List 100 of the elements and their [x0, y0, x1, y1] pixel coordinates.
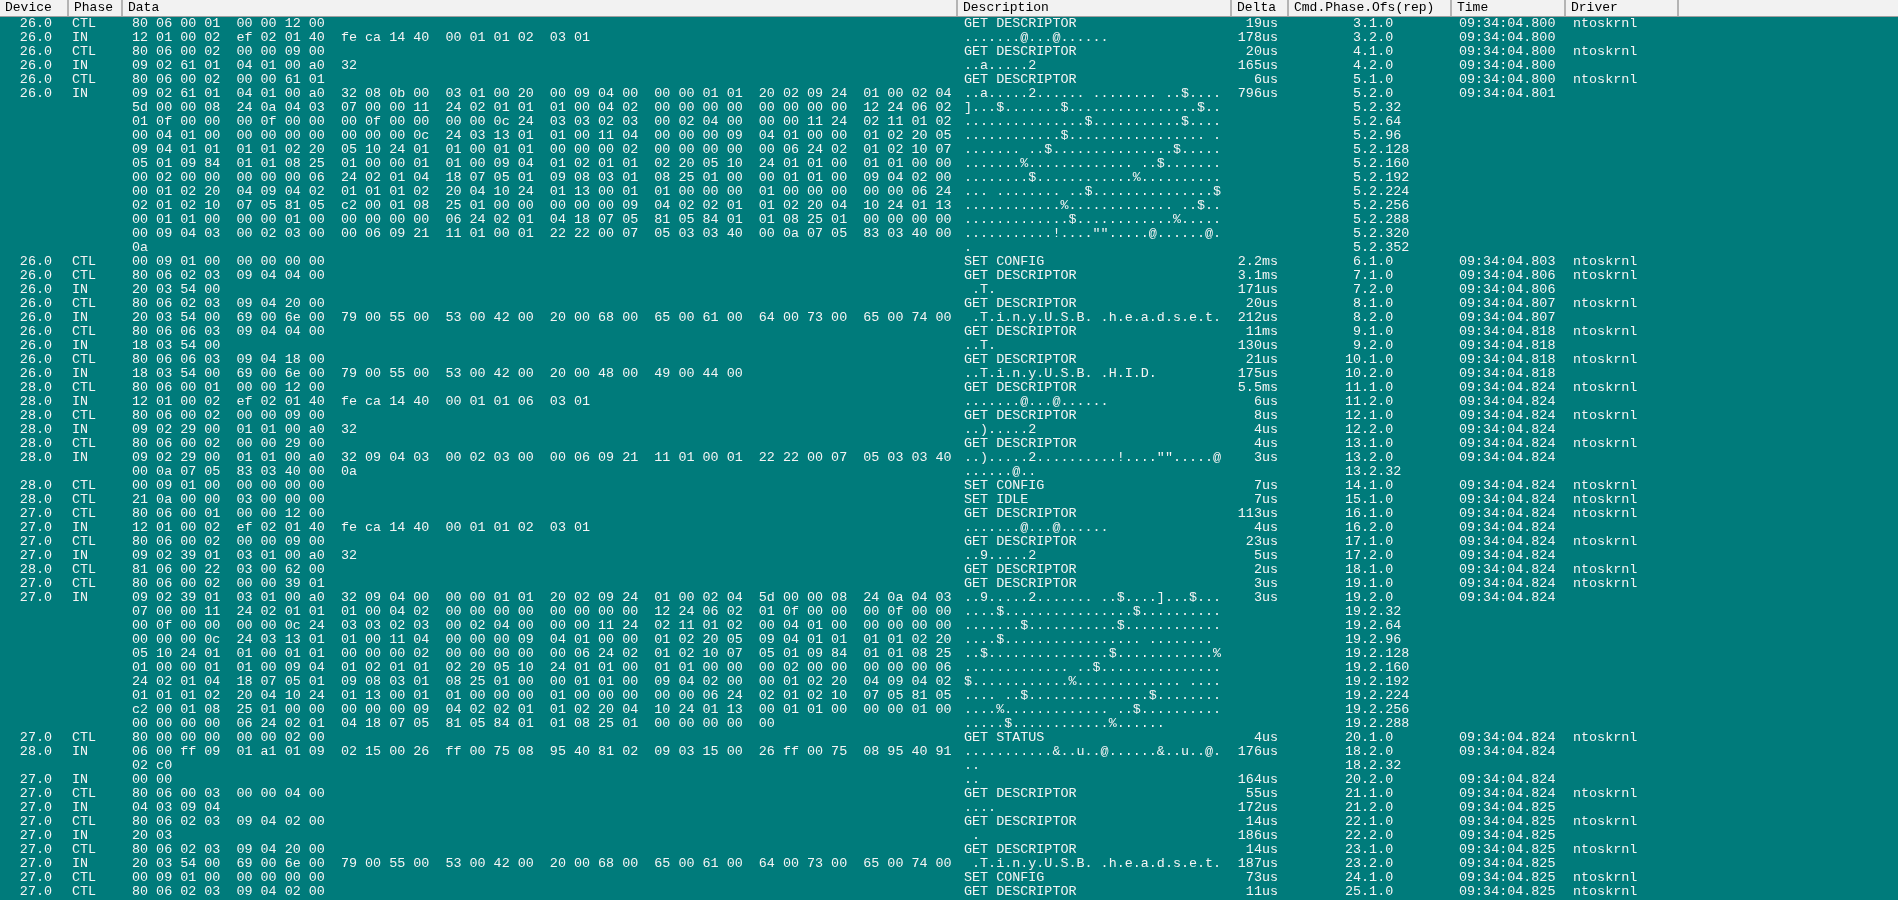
hex-data: 18 03 54 00: [132, 339, 221, 353]
description-text: .T.i.n.y.U.S.B. .h.e.a.d.s.e.t.: [971, 857, 1222, 871]
delta-time: 20us: [1245, 297, 1278, 311]
hex-data: 80 06 00 02 00 00 09 00: [132, 535, 325, 549]
description-text: ....%............. ..$..........: [964, 703, 1222, 717]
description-text: GET DESCRIPTOR: [964, 409, 1077, 423]
timestamp: 09:34:04.800: [1459, 17, 1556, 31]
command-phase-offset: 17.2.0: [1345, 549, 1394, 563]
device-number: 27.0: [19, 535, 52, 549]
timestamp: 09:34:04.824: [1459, 451, 1556, 465]
command-phase-offset: 5.2.224: [1353, 185, 1410, 199]
device-number: 26.0: [19, 367, 52, 381]
description-text: GET DESCRIPTOR: [964, 73, 1077, 87]
command-phase-offset: 3.1.0: [1353, 17, 1394, 31]
device-number: 26.0: [19, 31, 52, 45]
hex-data: 20 03 54 00: [132, 283, 221, 297]
driver-name: ntoskrnl: [1573, 325, 1638, 339]
phase-label: IN: [72, 801, 89, 815]
command-phase-offset: 5.2.32: [1353, 101, 1402, 115]
command-phase-offset: 24.1.0: [1345, 871, 1394, 885]
description-text: SET CONFIG: [964, 871, 1045, 885]
command-phase-offset: 7.1.0: [1353, 269, 1394, 283]
device-number: 27.0: [19, 549, 52, 563]
description-text: SET CONFIG: [964, 479, 1045, 493]
hex-data: 09 04 01 01 01 01 02 20 05 10 24 01 01 00 01 01 00 00 00 02 00 00 00 00 00 06 24 02 01 02 10 07: [132, 143, 952, 157]
column-header[interactable]: Delta: [1232, 0, 1289, 16]
description-text: .....$............%......: [964, 717, 1165, 731]
hex-data: 80 06 02 03 09 04 02 00: [132, 885, 325, 899]
delta-time: 796us: [1237, 87, 1278, 101]
command-phase-offset: 21.2.0: [1345, 801, 1394, 815]
timestamp: 09:34:04.806: [1459, 269, 1556, 283]
column-header[interactable]: Driver: [1566, 0, 1679, 16]
phase-label: CTL: [72, 507, 97, 521]
description-text: GET DESCRIPTOR: [964, 563, 1077, 577]
driver-name: ntoskrnl: [1573, 255, 1638, 269]
driver-name: ntoskrnl: [1573, 843, 1638, 857]
description-text: .: [971, 829, 981, 843]
phase-label: IN: [72, 745, 89, 759]
timestamp: 09:34:04.803: [1459, 255, 1556, 269]
command-phase-offset: 5.2.352: [1353, 241, 1410, 255]
description-text: $............%............. ....: [964, 675, 1222, 689]
command-phase-offset: 19.2.288: [1345, 717, 1410, 731]
hex-data: 12 01 00 02 ef 02 01 40 fe ca 14 40 00 01 01 02 03 01: [132, 521, 591, 535]
column-header[interactable]: Device: [0, 0, 69, 16]
delta-time: 3us: [1253, 591, 1278, 605]
description-text: ...............$...........$....: [964, 115, 1222, 129]
phase-label: CTL: [72, 563, 97, 577]
phase-label: CTL: [72, 843, 97, 857]
description-text: ......@..: [964, 465, 1037, 479]
hex-data: 05 01 09 84 01 01 08 25 01 00 00 01 01 00 09 04 01 02 01 01 02 20 05 10 24 01 01 00 01 01 00 00: [132, 157, 952, 171]
hex-data: 80 06 00 03 00 00 04 00: [132, 787, 325, 801]
description-text: GET DESCRIPTOR: [964, 325, 1077, 339]
driver-name: ntoskrnl: [1573, 885, 1638, 899]
driver-name: ntoskrnl: [1573, 17, 1638, 31]
description-text: .......@...@......: [964, 521, 1109, 535]
command-phase-offset: 19.2.192: [1345, 675, 1410, 689]
delta-time: 55us: [1245, 787, 1278, 801]
command-phase-offset: 16.1.0: [1345, 507, 1394, 521]
timestamp: 09:34:04.824: [1459, 549, 1556, 563]
delta-time: 2us: [1253, 563, 1278, 577]
hex-data: 80 06 00 01 00 00 12 00: [132, 381, 325, 395]
command-phase-offset: 19.2.256: [1345, 703, 1410, 717]
description-text: .: [964, 241, 973, 255]
hex-data: 81 06 00 22 03 00 62 00: [132, 563, 325, 577]
timestamp: 09:34:04.824: [1459, 521, 1556, 535]
command-phase-offset: 6.1.0: [1353, 255, 1394, 269]
description-text: GET DESCRIPTOR: [964, 353, 1077, 367]
timestamp: 09:34:04.818: [1459, 339, 1556, 353]
hex-data: 00 00 00 0c 24 03 13 01 01 00 11 04 00 00 00 09 04 01 00 00 01 02 20 05 09 04 01 01 01 01 02 20: [132, 633, 952, 647]
device-number: 27.0: [19, 731, 52, 745]
driver-name: ntoskrnl: [1573, 381, 1638, 395]
hex-data: 80 06 06 03 09 04 04 00: [132, 325, 325, 339]
command-phase-offset: 19.1.0: [1345, 577, 1394, 591]
device-number: 28.0: [19, 563, 52, 577]
device-number: 26.0: [19, 73, 52, 87]
driver-name: ntoskrnl: [1573, 507, 1638, 521]
timestamp: 09:34:04.824: [1459, 507, 1556, 521]
column-header[interactable]: Phase: [69, 0, 123, 16]
command-phase-offset: 18.2.0: [1345, 745, 1394, 759]
column-header[interactable]: Time: [1452, 0, 1566, 16]
hex-data: 00 09 01 00 00 00 00 00: [132, 255, 325, 269]
hex-data: 80 06 00 02 00 00 61 01: [132, 73, 325, 87]
column-header[interactable]: Cmd.Phase.Ofs(rep): [1289, 0, 1452, 16]
device-number: 26.0: [19, 325, 52, 339]
hex-data: 06 00 ff 09 01 a1 01 09 02 15 00 26 ff 00 75 08 95 40 81 02 09 03 15 00 26 ff 00 75 08 95 40 91: [132, 745, 952, 759]
column-header[interactable]: Description: [958, 0, 1232, 16]
device-number: 26.0: [19, 87, 52, 101]
driver-name: ntoskrnl: [1573, 409, 1638, 423]
device-number: 27.0: [19, 521, 52, 535]
description-text: .......@...@......: [964, 395, 1109, 409]
description-text: .......$...........$............: [964, 619, 1222, 633]
command-phase-offset: 19.2.96: [1345, 633, 1402, 647]
delta-time: 2.2ms: [1237, 255, 1278, 269]
driver-name: ntoskrnl: [1573, 787, 1638, 801]
description-text: ............$................. .: [964, 129, 1222, 143]
delta-time: 178us: [1237, 31, 1278, 45]
timestamp: 09:34:04.825: [1459, 871, 1556, 885]
timestamp: 09:34:04.825: [1459, 857, 1556, 871]
column-header[interactable]: Data: [123, 0, 958, 16]
hex-data: 80 06 00 02 00 00 09 00: [132, 45, 325, 59]
